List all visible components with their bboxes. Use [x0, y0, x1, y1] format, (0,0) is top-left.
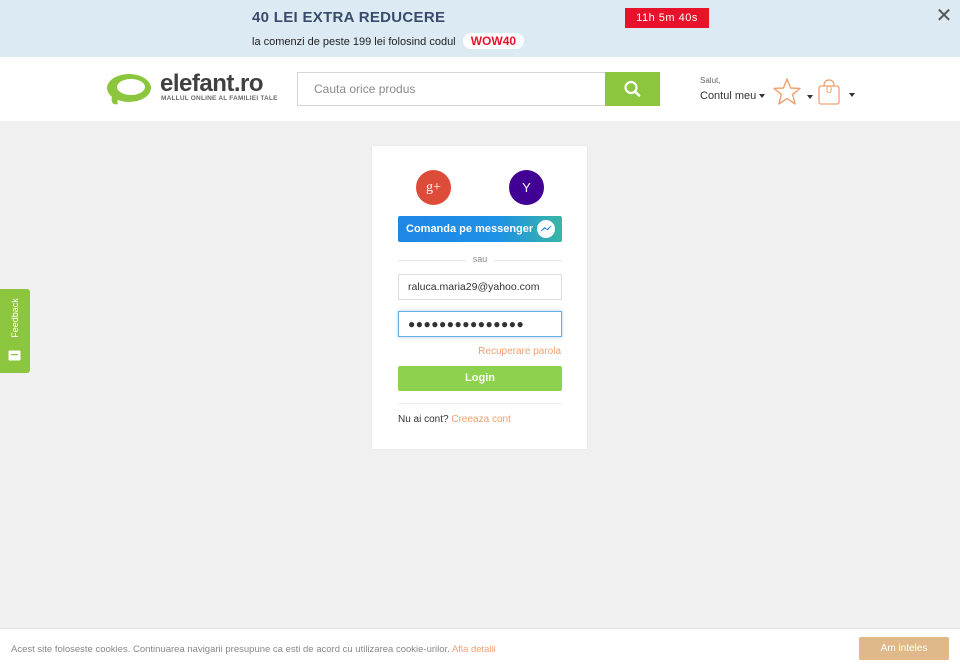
email-field[interactable] — [398, 274, 562, 300]
cart-button[interactable]: 0 — [816, 78, 856, 108]
google-plus-icon: g+ — [426, 180, 441, 195]
search-input[interactable] — [297, 72, 605, 106]
logo-tagline: MALLUL ONLINE AL FAMILIEI TALE — [161, 95, 278, 102]
account-greeting: Salut, — [700, 76, 721, 85]
promo-subtitle-text: la comenzi de peste 199 lei folosind cod… — [252, 36, 456, 48]
promo-title: 40 LEI EXTRA REDUCERE — [252, 9, 446, 26]
or-label: sau — [472, 254, 488, 264]
search-button[interactable] — [605, 72, 660, 106]
yahoo-login-button[interactable]: Y — [509, 170, 544, 205]
no-account-text: Nu ai cont? — [398, 414, 449, 425]
cart-count: 0 — [825, 84, 833, 96]
chevron-down-icon — [849, 93, 855, 97]
site-header: elefant.ro MALLUL ONLINE AL FAMILIEI TAL… — [0, 57, 960, 121]
promo-banner: 40 LEI EXTRA REDUCERE la comenzi de pest… — [0, 0, 960, 57]
password-field[interactable] — [398, 311, 562, 337]
messenger-label: Comanda pe messenger — [406, 223, 534, 235]
cookie-details-link[interactable]: Afla detalii — [452, 644, 496, 655]
account-label-text: Contul meu — [700, 90, 757, 102]
close-icon[interactable]: ✕ — [934, 6, 954, 26]
create-account-link[interactable]: Creeaza cont — [451, 414, 510, 425]
messenger-icon — [537, 220, 555, 238]
messenger-order-button[interactable]: Comanda pe messenger — [398, 216, 562, 242]
promo-subtitle: la comenzi de peste 199 lei folosind cod… — [252, 33, 525, 49]
chevron-down-icon — [759, 94, 766, 99]
yahoo-icon: Y — [522, 180, 531, 195]
cookie-accept-button[interactable]: Am inteles — [859, 637, 949, 660]
favorites-button[interactable] — [772, 77, 813, 107]
register-row: Nu ai cont? Creeaza cont — [398, 414, 511, 425]
chevron-down-icon — [807, 95, 813, 99]
promo-code: WOW40 — [462, 33, 525, 49]
separator — [398, 403, 562, 404]
cookie-bar: Acest site foloseste cookies. Continuare… — [0, 628, 960, 669]
account-menu[interactable]: Salut, Contul meu — [700, 76, 780, 106]
login-button[interactable]: Login — [398, 366, 562, 391]
google-login-button[interactable]: g+ — [416, 170, 451, 205]
search-icon — [624, 80, 641, 97]
cookie-message: Acest site foloseste cookies. Continuare… — [11, 644, 450, 655]
countdown-timer: 11h 5m 40s — [625, 8, 709, 28]
feedback-tab[interactable]: Feedback — [0, 289, 30, 373]
account-label: Contul meu — [700, 90, 766, 102]
feedback-icon — [8, 350, 21, 361]
recover-password-link[interactable]: Recuperare parola — [478, 346, 561, 357]
elephant-logo-icon — [107, 74, 151, 105]
cookie-text: Acest site foloseste cookies. Continuare… — [11, 644, 496, 655]
feedback-label: Feedback — [10, 298, 20, 338]
site-logo[interactable]: elefant.ro MALLUL ONLINE AL FAMILIEI TAL… — [104, 70, 279, 110]
login-card: g+ Y Comanda pe messenger sau Recuperare… — [372, 146, 587, 449]
logo-text: elefant.ro — [160, 70, 264, 97]
star-icon — [773, 78, 801, 105]
or-divider: sau — [398, 254, 562, 264]
